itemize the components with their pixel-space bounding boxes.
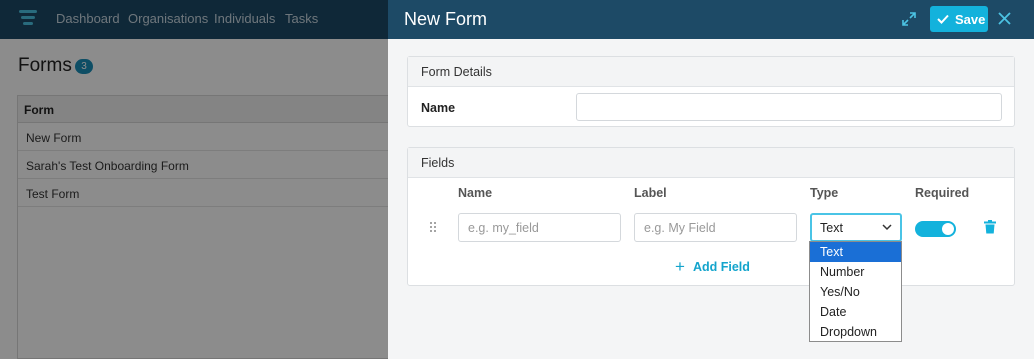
drawer-title: New Form [404,9,488,29]
chevron-down-icon [882,224,892,231]
expand-icon[interactable] [902,9,920,29]
trash-icon[interactable] [984,220,996,234]
plus-icon: + [675,257,685,276]
field-name-input[interactable]: e.g. my_field [458,213,621,242]
form-name-label: Name [421,101,456,115]
add-field-label: Add Field [692,260,750,274]
form-details-heading: Form Details [408,57,1014,87]
field-type-select[interactable]: Text [810,213,902,242]
drawer-header: New Form Save [388,0,1034,39]
fields-heading: Fields [408,148,1014,178]
field-type-value: Text [820,221,843,235]
type-option-number[interactable]: Number [810,262,901,282]
close-icon[interactable] [998,9,1016,29]
type-option-dropdown[interactable]: Dropdown [810,322,901,342]
required-toggle[interactable] [915,221,956,237]
column-type-header: Type [810,186,839,200]
form-name-input[interactable] [576,93,1002,121]
type-option-text[interactable]: Text [810,242,901,262]
new-form-drawer: New Form Save Form Details Name Fields N… [388,0,1034,359]
save-button[interactable]: Save [930,6,988,32]
save-label: Save [955,11,986,27]
column-name-header: Name [458,186,493,200]
toggle-knob [942,223,954,235]
check-icon [937,14,949,24]
form-details-card: Form Details Name [407,56,1015,127]
column-label-header: Label [634,186,667,200]
drag-handle-icon[interactable] [429,221,437,233]
type-option-yes-no[interactable]: Yes/No [810,282,901,302]
type-option-date[interactable]: Date [810,302,901,322]
fields-card: Fields Name Label Type Required e.g. my_… [407,147,1015,286]
field-label-input[interactable]: e.g. My Field [634,213,797,242]
column-required-header: Required [915,186,970,200]
type-dropdown-list: Text Number Yes/No Date Dropdown [809,241,902,342]
add-field-button[interactable]: + Add Field [675,257,750,276]
